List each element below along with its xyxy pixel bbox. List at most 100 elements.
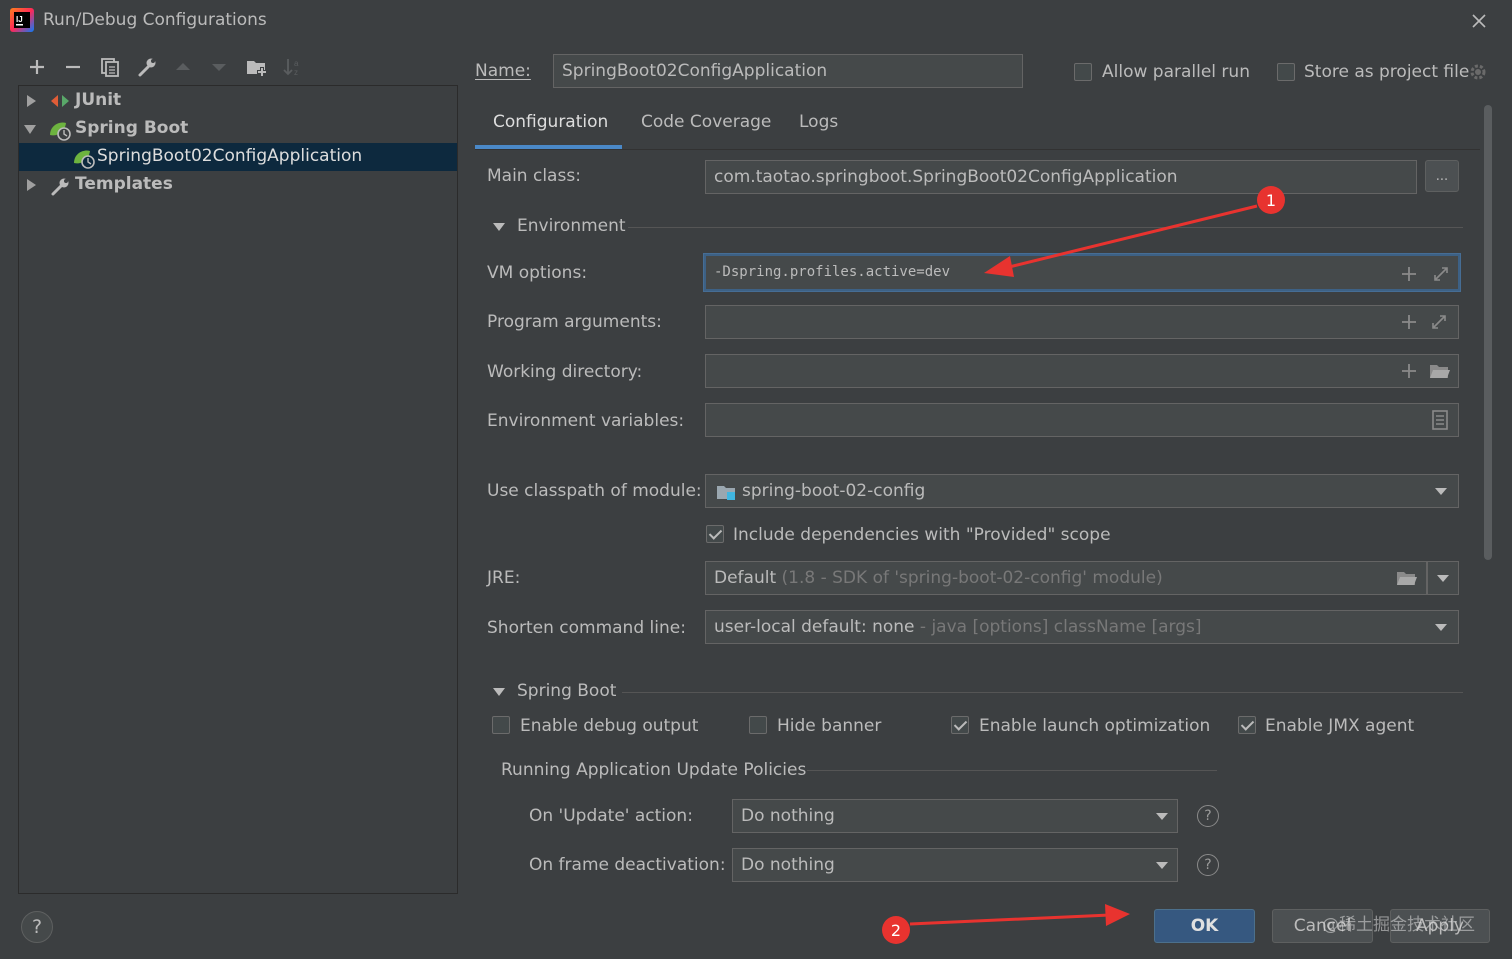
- on-update-action-dropdown[interactable]: Do nothing: [732, 799, 1178, 833]
- chevron-down-icon[interactable]: [1435, 488, 1447, 495]
- chevron-down-icon[interactable]: [1437, 575, 1449, 582]
- watermark: @稀土掘金技术社区: [1322, 915, 1475, 935]
- add-icon[interactable]: [25, 55, 49, 79]
- folder-icon[interactable]: [1396, 568, 1417, 588]
- document-icon[interactable]: [1431, 410, 1451, 430]
- tab-configuration[interactable]: Configuration: [493, 112, 608, 132]
- environment-section-label: Environment: [517, 216, 626, 236]
- configuration-tree: JUnit Spring Boot SpringBoot02ConfigAppl…: [18, 85, 458, 894]
- tree-item-label: SpringBoot02ConfigApplication: [97, 146, 363, 166]
- ok-button[interactable]: OK: [1154, 909, 1255, 943]
- folder-icon[interactable]: [1429, 361, 1450, 381]
- expand-icon[interactable]: [1431, 264, 1451, 284]
- vm-options-field[interactable]: -Dspring.profiles.active=dev: [704, 254, 1460, 291]
- vm-options-value: -Dspring.profiles.active=dev: [714, 264, 951, 280]
- tab-logs[interactable]: Logs: [799, 112, 838, 132]
- main-class-field[interactable]: com.taotao.springboot.SpringBoot02Config…: [705, 160, 1417, 194]
- new-folder-icon[interactable]: [245, 55, 269, 79]
- chevron-right-icon[interactable]: [24, 94, 38, 108]
- tab-code-coverage[interactable]: Code Coverage: [641, 112, 771, 132]
- program-arguments-label: Program arguments:: [487, 312, 662, 332]
- intellij-app-icon: IJ: [10, 8, 34, 32]
- store-as-project-file-label: Store as project file: [1304, 62, 1470, 82]
- include-dependencies-checkbox[interactable]: [706, 525, 724, 543]
- spring-boot-app-icon: [72, 147, 96, 169]
- collapse-environment-icon[interactable]: [492, 221, 506, 233]
- jre-dropdown-button[interactable]: [1427, 561, 1459, 595]
- on-update-action-value: Do nothing: [741, 806, 835, 826]
- help-button[interactable]: ?: [21, 911, 53, 943]
- shorten-command-line-dropdown[interactable]: user-local default: none - java [options…: [705, 610, 1459, 644]
- remove-icon[interactable]: [61, 55, 85, 79]
- tree-item-templates[interactable]: Templates: [19, 171, 457, 199]
- jre-field[interactable]: Default (1.8 - SDK of 'spring-boot-02-co…: [705, 561, 1427, 595]
- on-frame-deactivation-value: Do nothing: [741, 855, 835, 875]
- help-icon[interactable]: ?: [1197, 854, 1219, 876]
- expand-icon[interactable]: [1429, 312, 1449, 332]
- close-icon[interactable]: [1466, 8, 1492, 34]
- enable-jmx-agent-label: Enable JMX agent: [1265, 716, 1415, 736]
- enable-debug-output-checkbox[interactable]: [492, 716, 510, 734]
- include-dependencies-label: Include dependencies with "Provided" sco…: [733, 525, 1111, 545]
- spring-boot-icon: [48, 119, 72, 141]
- junit-icon: [50, 92, 70, 110]
- chevron-down-icon[interactable]: [1435, 624, 1447, 631]
- sort-icon: az: [281, 55, 305, 79]
- browse-main-class-button[interactable]: ...: [1425, 160, 1459, 192]
- store-as-project-file-checkbox[interactable]: [1277, 63, 1295, 81]
- copy-icon[interactable]: [98, 55, 122, 79]
- enable-launch-optimization-checkbox[interactable]: [951, 716, 969, 734]
- tree-item-label: Spring Boot: [75, 118, 189, 138]
- environment-variables-label: Environment variables:: [487, 411, 685, 431]
- on-update-action-label: On 'Update' action:: [529, 806, 693, 826]
- plus-icon[interactable]: [1399, 264, 1419, 284]
- spring-boot-section-label: Spring Boot: [517, 681, 617, 701]
- jre-label: JRE:: [487, 568, 521, 588]
- on-frame-deactivation-dropdown[interactable]: Do nothing: [732, 848, 1178, 882]
- hide-banner-checkbox[interactable]: [749, 716, 767, 734]
- tree-item-label: JUnit: [75, 90, 122, 110]
- allow-parallel-run-label: Allow parallel run: [1102, 62, 1250, 82]
- annotation-badge-1: 1: [1257, 186, 1285, 214]
- environment-variables-field[interactable]: [705, 403, 1459, 437]
- working-directory-field[interactable]: [705, 354, 1459, 388]
- move-up-icon: [171, 55, 195, 79]
- name-field-value: SpringBoot02ConfigApplication: [562, 61, 828, 81]
- name-field[interactable]: SpringBoot02ConfigApplication: [553, 54, 1023, 88]
- vertical-scrollbar[interactable]: [1484, 105, 1492, 560]
- update-policies-label: Running Application Update Policies: [501, 760, 807, 780]
- jre-hint: (1.8 - SDK of 'spring-boot-02-config' mo…: [781, 568, 1163, 588]
- shorten-hint: - java [options] className [args]: [919, 617, 1202, 637]
- enable-jmx-agent-checkbox[interactable]: [1238, 716, 1256, 734]
- chevron-down-icon[interactable]: [1156, 813, 1168, 820]
- svg-text:IJ: IJ: [16, 15, 23, 24]
- gear-icon[interactable]: [1468, 62, 1488, 82]
- jre-value: Default: [714, 568, 777, 588]
- wrench-icon: [50, 175, 72, 197]
- update-policies-divider: [807, 770, 1217, 771]
- tree-item-junit[interactable]: JUnit: [19, 87, 457, 115]
- classpath-module-value: spring-boot-02-config: [742, 481, 926, 501]
- on-frame-deactivation-label: On frame deactivation:: [529, 855, 726, 875]
- classpath-module-dropdown[interactable]: spring-boot-02-config: [705, 474, 1459, 508]
- wrench-icon[interactable]: [135, 55, 159, 79]
- collapse-spring-boot-icon[interactable]: [492, 686, 506, 698]
- plus-icon[interactable]: [1399, 361, 1419, 381]
- help-icon[interactable]: ?: [1197, 805, 1219, 827]
- chevron-right-icon[interactable]: [24, 178, 38, 192]
- allow-parallel-run-checkbox[interactable]: [1074, 63, 1092, 81]
- program-arguments-field[interactable]: [705, 305, 1459, 339]
- tree-item-spring-boot[interactable]: Spring Boot: [19, 115, 457, 143]
- tree-item-label: Templates: [75, 174, 173, 194]
- main-class-value: com.taotao.springboot.SpringBoot02Config…: [714, 167, 1178, 187]
- title-bar: IJ Run/Debug Configurations: [0, 0, 1512, 42]
- chevron-down-icon[interactable]: [1156, 862, 1168, 869]
- window-title: Run/Debug Configurations: [43, 10, 267, 30]
- name-label: Name:: [475, 61, 531, 81]
- tree-item-springboot02configapplication[interactable]: SpringBoot02ConfigApplication: [19, 143, 457, 171]
- chevron-down-icon[interactable]: [23, 122, 37, 136]
- shorten-value: user-local default: none: [714, 617, 915, 637]
- move-down-icon: [207, 55, 231, 79]
- enable-debug-output-label: Enable debug output: [520, 716, 699, 736]
- plus-icon[interactable]: [1399, 312, 1419, 332]
